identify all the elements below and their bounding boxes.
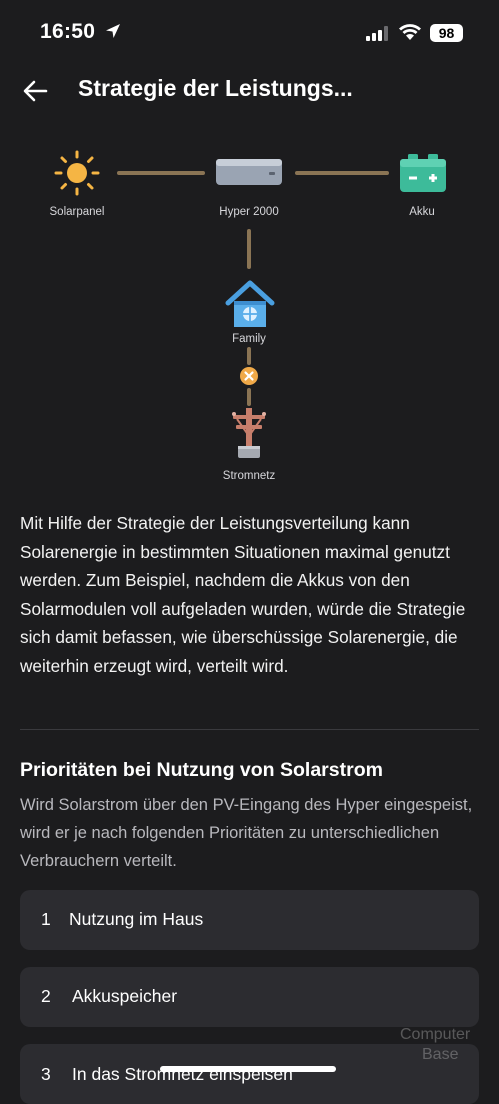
priority-number: 1 xyxy=(41,909,51,929)
hyper-device-icon xyxy=(216,159,282,185)
grid-label: Stromnetz xyxy=(222,470,276,482)
sun-icon xyxy=(54,150,100,196)
priority-number: 3 xyxy=(41,1064,51,1084)
priorities-heading: Prioritäten bei Nutzung von Solarstrom xyxy=(20,759,383,781)
priority-item-2[interactable]: 2 Akkuspeicher xyxy=(20,967,479,1027)
home-label: Family xyxy=(232,333,266,345)
strategy-description: Mit Hilfe der Strategie der Leistungsver… xyxy=(20,513,466,676)
hyper-label: Hyper 2000 xyxy=(219,206,279,218)
blocked-x-icon xyxy=(240,367,258,385)
solar-label: Solarpanel xyxy=(49,206,105,218)
priority-label: Akkuspeicher xyxy=(72,986,178,1006)
battery-icon xyxy=(400,154,446,192)
home-indicator[interactable] xyxy=(160,1066,336,1072)
cellular-signal-icon xyxy=(366,26,388,41)
back-arrow-icon[interactable] xyxy=(22,77,50,105)
connector-blocked-grid xyxy=(247,388,251,406)
priority-number: 2 xyxy=(41,986,51,1006)
watermark-logo: Computer Base xyxy=(388,1024,490,1074)
watermark-line-2: Base xyxy=(422,1046,459,1063)
page-title: Strategie der Leistungs... xyxy=(78,75,353,101)
header: Strategie der Leistungs... xyxy=(0,66,499,116)
connector-hyper-battery xyxy=(295,171,389,175)
connector-solar-hyper xyxy=(117,171,205,175)
connector-home-blocked xyxy=(247,347,251,365)
energy-flow-diagram: Solarpanel Hyper 2000 Akku Family Stromn… xyxy=(0,140,499,490)
priorities-description: Wird Solarstrom über den PV-Eingang des … xyxy=(20,796,473,870)
status-bar: 16:50 98 xyxy=(0,0,499,66)
wifi-icon xyxy=(399,24,421,40)
section-divider xyxy=(20,729,479,730)
house-icon xyxy=(225,280,275,327)
battery-indicator: 98 xyxy=(430,24,463,42)
priority-label: Nutzung im Haus xyxy=(69,909,204,929)
location-arrow-icon xyxy=(106,24,120,38)
power-pylon-icon xyxy=(232,408,266,458)
battery-label: Akku xyxy=(409,206,435,218)
watermark-line-1: Computer xyxy=(400,1026,471,1043)
status-time: 16:50 xyxy=(40,20,96,43)
priority-item-1[interactable]: 1 Nutzung im Haus xyxy=(20,890,479,950)
connector-hyper-home xyxy=(247,229,251,269)
